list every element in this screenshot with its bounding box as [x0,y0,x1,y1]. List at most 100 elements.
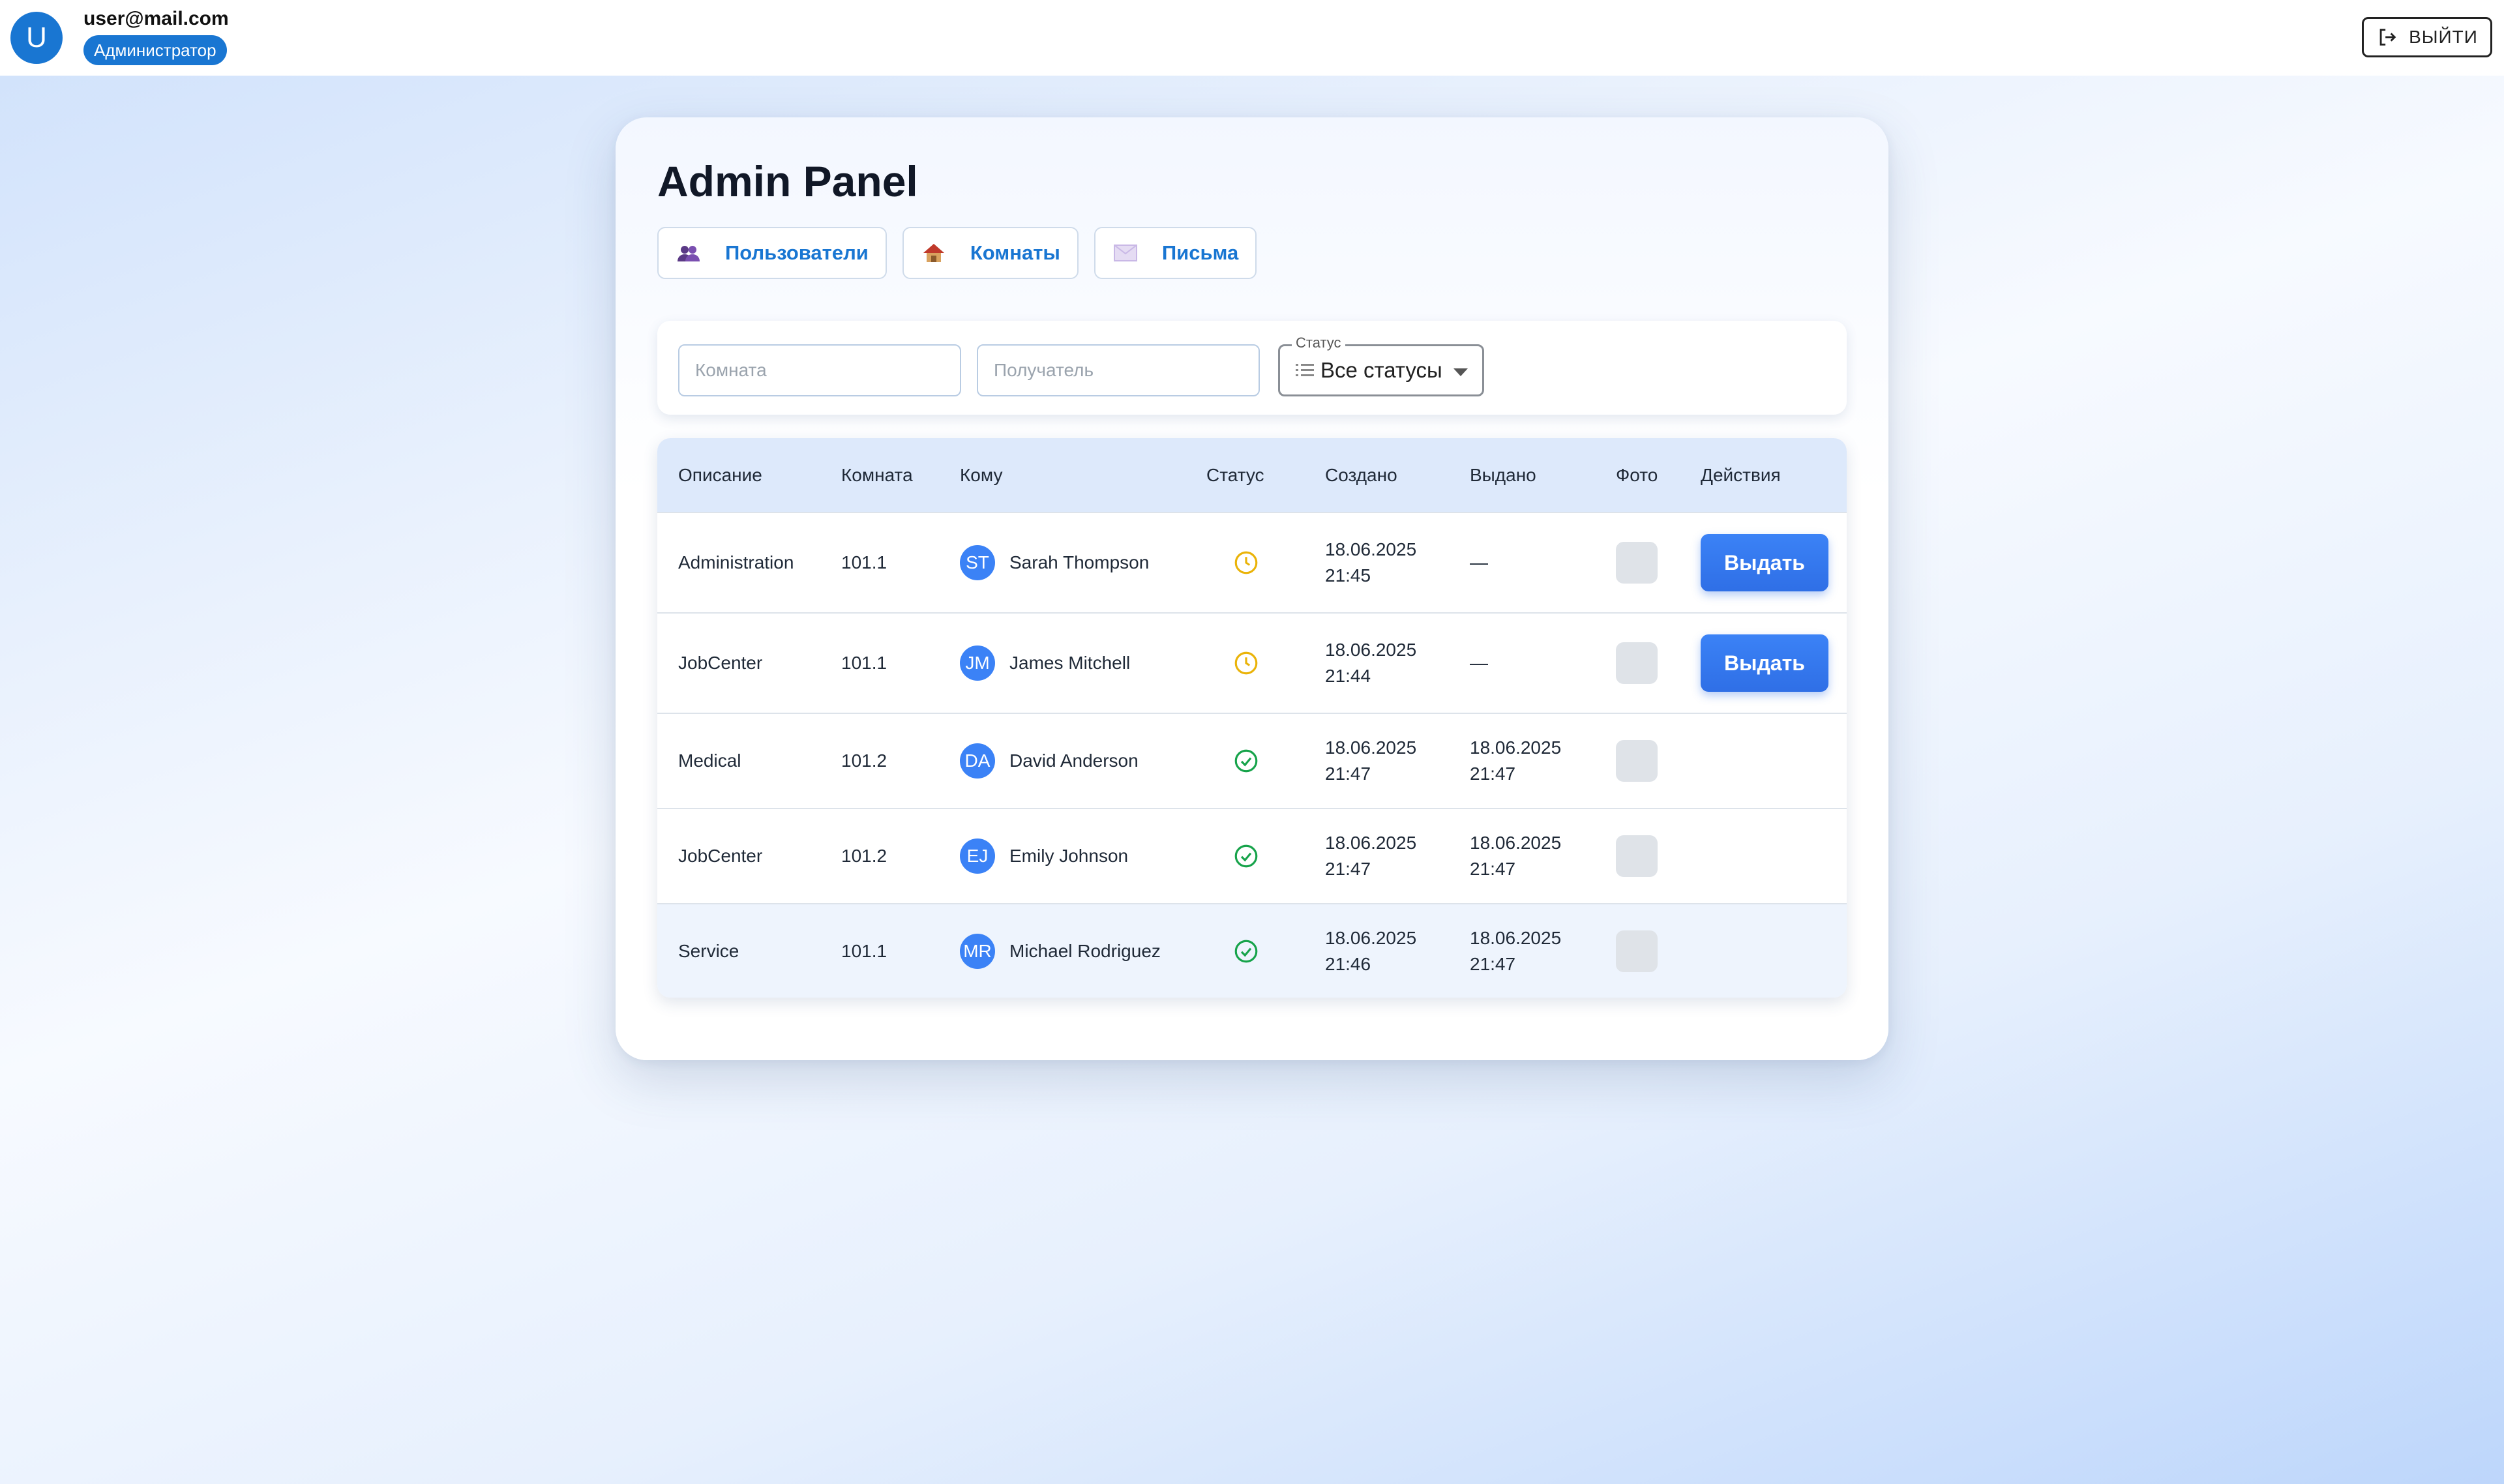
cell-room: 101.1 [820,512,939,613]
header-room[interactable]: Комната [820,438,939,512]
header-photo: Фото [1616,464,1658,485]
table-row: JobCenter 101.1 JM James Mitchell 18.06.2… [657,612,1847,713]
cell-recipient: JM James Mitchell [939,612,1185,713]
cell-photo [1595,903,1680,998]
cell-status [1185,808,1304,904]
cell-photo [1595,808,1680,904]
recipient-name: Emily Johnson [1009,846,1129,866]
page-title: Admin Panel [657,157,918,205]
created-date: 18.06.2025 [1325,927,1417,948]
top-bar: U user@mail.com Администратор ВЫЙТИ [0,0,2504,76]
cell-issued: 18.06.2025 21:47 [1449,903,1595,998]
recipient-name: Michael Rodriguez [1009,940,1161,961]
issued-time: 21:47 [1470,764,1516,784]
recipient-name: David Anderson [1009,750,1139,771]
logout-button[interactable]: ВЫЙТИ [2362,17,2492,57]
envelope-icon [1112,245,1139,261]
photo-thumbnail[interactable] [1616,642,1658,684]
cell-recipient: EJ Emily Johnson [939,808,1185,904]
cell-photo [1595,512,1680,613]
created-date: 18.06.2025 [1325,833,1417,853]
check-circle-icon [1234,940,1258,962]
caret-down-icon [1453,368,1468,376]
clock-icon [1234,551,1258,574]
table-row: Administration 101.1 ST Sarah Thompson 18… [657,512,1847,613]
cell-status [1185,903,1304,998]
check-circle-icon [1234,749,1258,773]
house-icon [921,243,947,263]
issued-date: 18.06.2025 [1470,927,1562,948]
cell-issued: 18.06.2025 21:47 [1449,713,1595,809]
created-date: 18.06.2025 [1325,539,1417,559]
tab-rooms[interactable]: Комнаты [902,227,1079,279]
room-filter-input[interactable] [678,344,961,396]
photo-thumbnail[interactable] [1616,930,1658,972]
table-row: Service 101.1 MR Michael Rodriguez 18.06.… [657,903,1847,998]
cell-description: Administration [657,512,820,613]
cell-actions: Выдать [1680,612,1847,713]
header-issued[interactable]: Выдано [1449,438,1595,512]
issued-date: — [1470,653,1488,673]
cell-created: 18.06.2025 21:46 [1304,903,1449,998]
issued-date: — [1470,552,1488,572]
photo-thumbnail[interactable] [1616,835,1658,877]
table-header-row: Описание Комната Кому Статус Создано Выд… [657,438,1847,512]
cell-status [1185,512,1304,613]
photo-thumbnail[interactable] [1616,542,1658,584]
letters-table: Описание Комната Кому Статус Создано Выд… [657,438,1847,998]
recipient-filter-input[interactable] [977,344,1260,396]
issue-button[interactable]: Выдать [1701,634,1828,692]
header-description[interactable]: Описание [657,438,820,512]
cell-actions [1680,808,1847,904]
cell-room: 101.1 [820,903,939,998]
users-icon [676,245,702,261]
cell-issued: 18.06.2025 21:47 [1449,808,1595,904]
user-email: user@mail.com [83,8,229,29]
tab-users[interactable]: Пользователи [657,227,887,279]
cell-actions [1680,713,1847,809]
cell-status [1185,612,1304,713]
recipient-avatar: JM [960,646,995,681]
header-recipient[interactable]: Кому [939,438,1185,512]
cell-description: JobCenter [657,808,820,904]
cell-created: 18.06.2025 21:45 [1304,512,1449,613]
cell-created: 18.06.2025 21:47 [1304,713,1449,809]
cell-recipient: DA David Anderson [939,713,1185,809]
cell-recipient: ST Sarah Thompson [939,512,1185,613]
tab-rooms-label: Комнаты [970,241,1060,264]
logout-icon [2379,29,2396,46]
check-circle-icon [1234,844,1258,868]
header-status[interactable]: Статус [1185,438,1304,512]
photo-thumbnail[interactable] [1616,740,1658,782]
created-date: 18.06.2025 [1325,640,1417,660]
header-actions: Действия [1701,464,1781,485]
clock-icon [1234,651,1258,675]
created-time: 21:45 [1325,565,1371,586]
cell-issued: — [1449,512,1595,613]
cell-actions [1680,903,1847,998]
table-row: JobCenter 101.2 EJ Emily Johnson 18.06.20… [657,808,1847,904]
cell-description: Service [657,903,820,998]
cell-room: 101.2 [820,808,939,904]
status-select[interactable]: Статус Все статусы [1278,334,1484,396]
issue-button[interactable]: Выдать [1701,534,1828,591]
recipient-avatar: ST [960,545,995,580]
created-time: 21:47 [1325,764,1371,784]
cell-actions: Выдать [1680,512,1847,613]
recipient-avatar: EJ [960,838,995,874]
tab-users-label: Пользователи [725,241,869,264]
header-created[interactable]: Создано [1304,438,1449,512]
status-select-value: Все статусы [1320,358,1442,382]
cell-photo [1595,612,1680,713]
created-date: 18.06.2025 [1325,737,1417,758]
status-select-legend: Статус [1292,334,1345,351]
avatar[interactable]: U [10,12,63,64]
admin-card: Admin Panel Пользователи Комнаты Письма … [616,117,1888,1060]
filter-panel: Статус Все статусы [657,321,1847,415]
tab-letters[interactable]: Письма [1094,227,1257,279]
cell-recipient: MR Michael Rodriguez [939,903,1185,998]
created-time: 21:46 [1325,953,1371,974]
issued-time: 21:47 [1470,859,1516,879]
cell-status [1185,713,1304,809]
cell-description: Medical [657,713,820,809]
